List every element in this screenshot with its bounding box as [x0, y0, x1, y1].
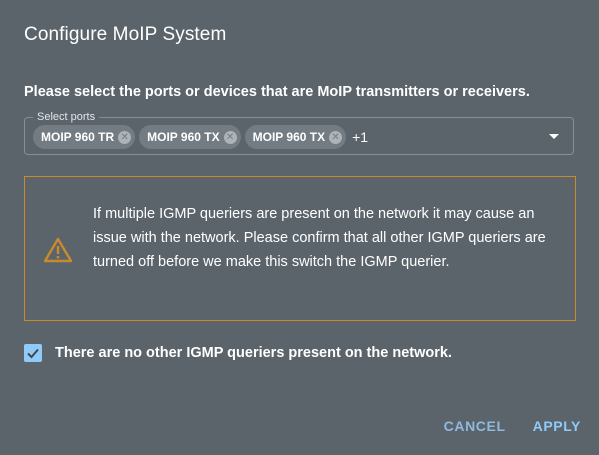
warning-triangle-icon — [43, 237, 73, 263]
confirm-label: There are no other IGMP queriers present… — [55, 345, 452, 361]
chip-remove-icon[interactable]: ✕ — [223, 130, 237, 144]
confirm-checkbox[interactable] — [24, 344, 42, 362]
port-chip: MOIP 960 TX ✕ — [244, 125, 347, 149]
dropdown-arrow-icon[interactable] — [549, 134, 559, 139]
warning-box: If multiple IGMP queriers are present on… — [24, 176, 576, 321]
chip-remove-icon[interactable]: ✕ — [329, 130, 343, 144]
dialog-title: Configure MoIP System — [24, 24, 227, 45]
select-ports-field[interactable]: Select ports MOIP 960 TR ✕ MOIP 960 TX ✕… — [24, 110, 574, 155]
port-chip: MOIP 960 TX ✕ — [139, 125, 241, 149]
configure-moip-dialog: Configure MoIP System Please select the … — [0, 0, 599, 455]
selected-chips: MOIP 960 TR ✕ MOIP 960 TX ✕ MOIP 960 TX … — [33, 125, 368, 149]
warning-text: If multiple IGMP queriers are present on… — [93, 206, 546, 270]
instruction-text: Please select the ports or devices that … — [24, 84, 530, 100]
port-chip: MOIP 960 TR ✕ — [33, 125, 136, 149]
confirm-row[interactable]: There are no other IGMP queriers present… — [24, 344, 452, 362]
chip-label: MOIP 960 TX — [252, 130, 326, 144]
chip-remove-icon[interactable]: ✕ — [118, 130, 132, 144]
chip-label: MOIP 960 TX — [147, 130, 220, 144]
more-count: +1 — [352, 129, 369, 145]
dialog-actions: CANCEL APPLY — [444, 418, 581, 434]
check-icon — [27, 348, 39, 359]
cancel-button[interactable]: CANCEL — [444, 418, 506, 434]
apply-button[interactable]: APPLY — [533, 418, 581, 434]
select-ports-label: Select ports — [33, 110, 100, 124]
chip-label: MOIP 960 TR — [41, 130, 115, 144]
